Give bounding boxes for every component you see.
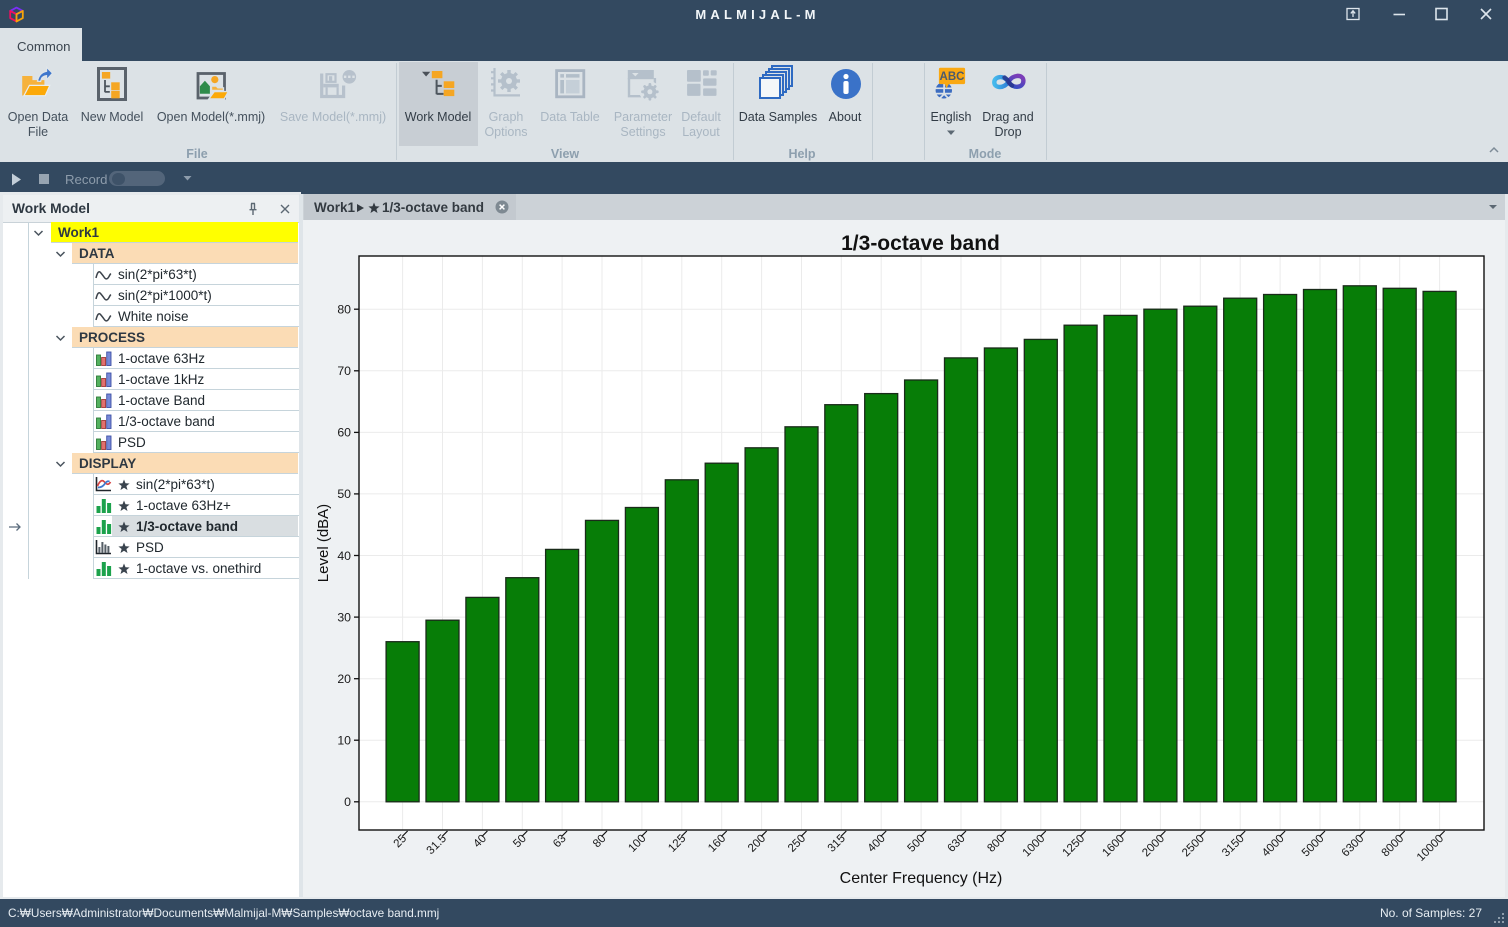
svg-text:63: 63 [550,832,568,850]
svg-text:8000: 8000 [1379,832,1406,859]
svg-text:250: 250 [785,832,808,855]
svg-text:0: 0 [344,795,351,809]
svg-text:1/3-octave band: 1/3-octave band [841,232,1000,255]
svg-text:800: 800 [985,832,1008,855]
svg-text:20: 20 [337,672,351,686]
svg-text:500: 500 [905,832,928,855]
svg-text:ABC: ABC [940,71,965,83]
svg-text:160: 160 [705,832,728,855]
svg-text:400: 400 [865,832,888,855]
svg-text:1000: 1000 [1020,832,1047,859]
svg-text:125: 125 [666,832,689,855]
svg-text:40: 40 [337,549,351,563]
svg-text:31.5: 31.5 [424,832,449,857]
svg-text:315: 315 [825,832,848,855]
svg-text:80: 80 [590,832,608,850]
svg-text:25: 25 [391,832,409,850]
svg-text:10000: 10000 [1414,832,1446,864]
svg-text:Center Frequency (Hz): Center Frequency (Hz) [840,870,1003,887]
svg-text:2000: 2000 [1140,832,1167,859]
svg-text:100: 100 [626,832,649,855]
svg-text:10: 10 [337,734,351,748]
svg-text:3150: 3150 [1219,832,1246,859]
svg-text:200: 200 [745,832,768,855]
svg-text:80: 80 [337,303,351,317]
svg-text:6300: 6300 [1339,832,1366,859]
svg-text:50: 50 [511,832,529,850]
svg-text:60: 60 [337,426,351,440]
svg-text:30: 30 [337,610,351,624]
svg-text:1250: 1250 [1060,832,1087,859]
svg-text:70: 70 [337,364,351,378]
svg-text:50: 50 [337,487,351,501]
svg-text:5000: 5000 [1299,832,1326,859]
svg-text:1600: 1600 [1100,832,1127,859]
svg-text:40: 40 [471,832,489,850]
svg-text:Level (dBA): Level (dBA) [315,504,332,582]
svg-text:2500: 2500 [1179,832,1206,859]
svg-text:630: 630 [945,832,968,855]
svg-text:4000: 4000 [1259,832,1286,859]
